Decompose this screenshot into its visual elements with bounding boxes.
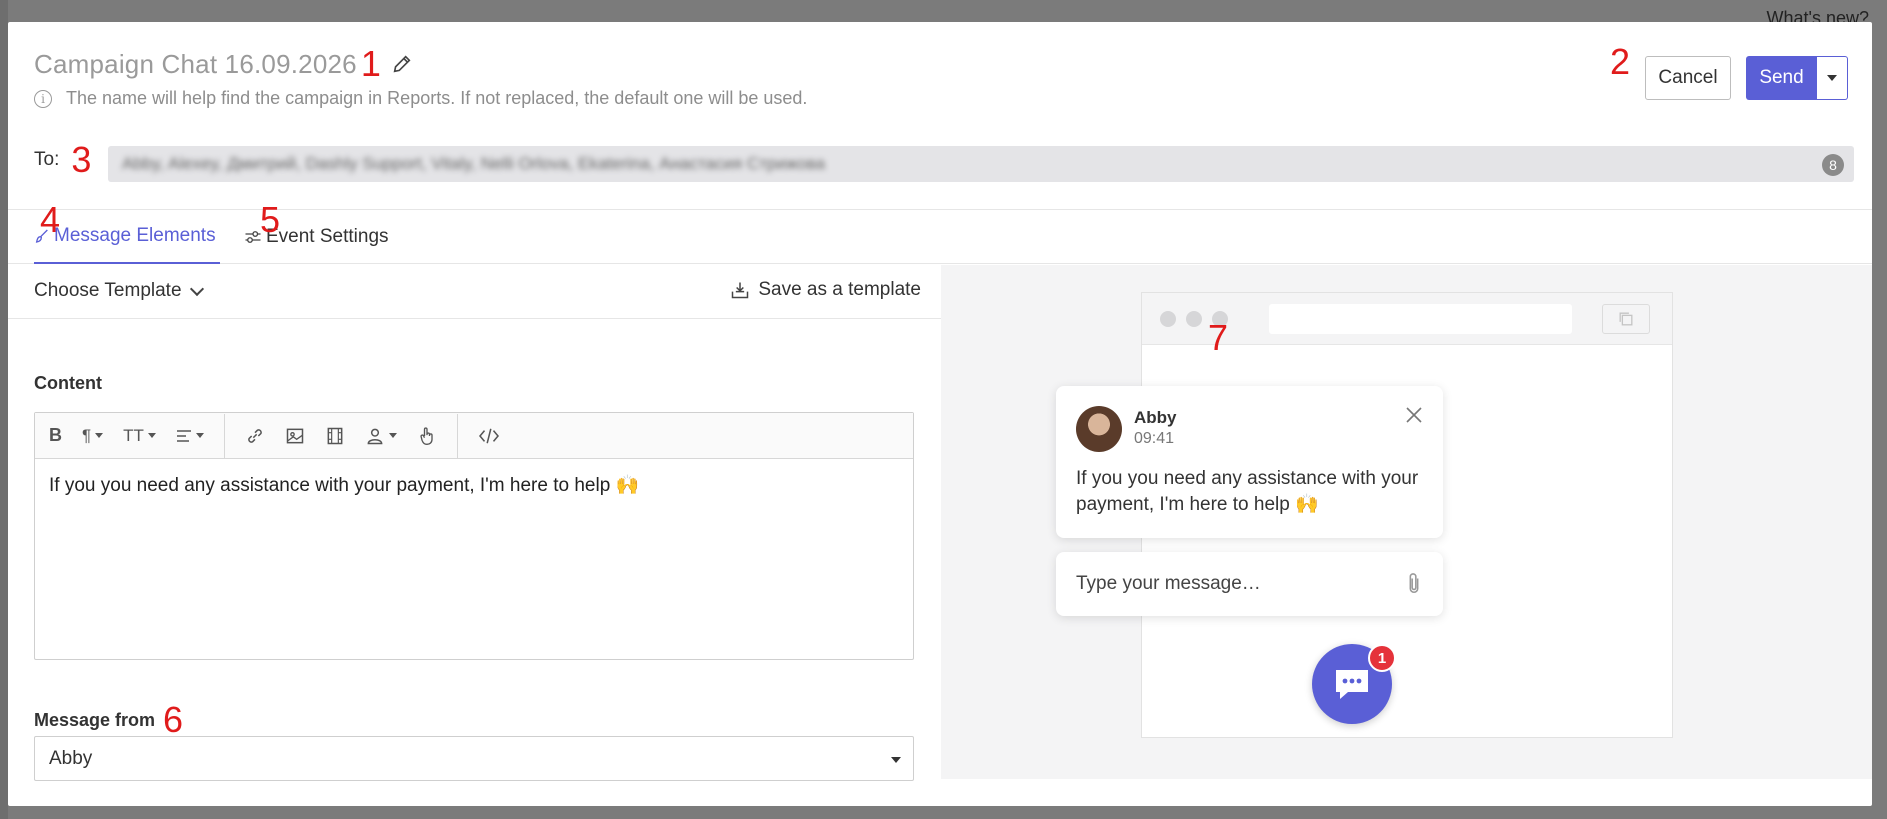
close-icon[interactable] <box>1405 406 1423 424</box>
campaign-modal: Campaign Chat 16.09.2026 1 i The name wi… <box>8 22 1872 806</box>
message-from-label: Message from <box>34 709 156 730</box>
tab-bar: Message Elements Event Settings <box>8 210 1872 264</box>
agent-name: Abby <box>1134 408 1177 427</box>
window-dot <box>1160 311 1176 327</box>
video-icon[interactable] <box>325 422 345 450</box>
annotation-4: 4 <box>40 199 61 240</box>
modal-header: Campaign Chat 16.09.2026 1 i The name wi… <box>8 22 1872 210</box>
info-icon: i <box>34 89 52 108</box>
content-textarea[interactable]: If you you need any assistance with your… <box>35 459 913 511</box>
caret-down-icon <box>1827 75 1837 81</box>
backdrop <box>0 0 8 819</box>
message-from-value: Abby <box>49 747 93 769</box>
content-editor: B ¶ TT If you you need any assistance wi… <box>34 412 914 660</box>
message-elements-panel: Choose Template Save as a template Conte… <box>8 265 941 806</box>
bold-icon[interactable]: B <box>49 422 62 450</box>
send-button-group: Send <box>1746 56 1848 100</box>
choose-template-label: Choose Template <box>34 280 182 301</box>
personalization-icon[interactable] <box>365 422 397 450</box>
toolbar-divider <box>456 413 458 458</box>
copy-icon[interactable] <box>1602 304 1650 334</box>
tab-event-settings-label: Event Settings <box>266 226 389 247</box>
send-dropdown-toggle[interactable] <box>1817 56 1848 100</box>
template-row: Choose Template Save as a template <box>8 265 941 319</box>
save-as-template-button[interactable]: Save as a template <box>730 279 921 301</box>
chat-preview-card: Abby 09:41 If you you need any assistanc… <box>1056 386 1443 538</box>
chat-input-preview[interactable]: Type your message… <box>1056 552 1443 616</box>
title-row: Campaign Chat 16.09.2026 1 <box>34 46 413 82</box>
hint-text: The name will help find the campaign in … <box>66 88 808 108</box>
toolbar-divider <box>223 413 225 458</box>
agent-avatar <box>1076 406 1122 452</box>
cancel-button[interactable]: Cancel <box>1645 56 1731 100</box>
caret-down-icon <box>891 757 901 763</box>
address-bar <box>1269 304 1572 334</box>
content-label: Content <box>34 373 102 393</box>
unread-badge: 1 <box>1368 644 1396 672</box>
to-label: To: <box>34 149 60 170</box>
to-row: To: 3 <box>34 142 105 178</box>
paragraph-icon[interactable]: ¶ <box>82 422 104 450</box>
message-from-label-row: Message from 6 <box>34 702 183 738</box>
send-button[interactable]: Send <box>1746 56 1817 100</box>
annotation-2: 2 <box>1610 41 1631 82</box>
recipients-count-badge: 8 <box>1822 154 1844 176</box>
pencil-icon[interactable] <box>391 53 413 75</box>
save-template-icon <box>732 282 749 299</box>
paperclip-icon[interactable] <box>1403 572 1425 596</box>
code-icon[interactable] <box>478 422 500 450</box>
agent-time: 09:41 <box>1134 430 1175 447</box>
hand-pointer-icon[interactable] <box>417 422 437 450</box>
window-dot <box>1186 311 1202 327</box>
align-icon[interactable] <box>176 422 204 450</box>
annotation-5: 5 <box>260 199 281 240</box>
chat-bubble-icon <box>1336 670 1368 699</box>
editor-toolbar: B ¶ TT <box>35 413 913 459</box>
annotation-6: 6 <box>163 699 184 740</box>
recipients-list: Abby, Alexey, Дмитрий, Dashly Support, V… <box>122 154 826 173</box>
link-icon[interactable] <box>245 422 265 450</box>
chat-input-placeholder: Type your message… <box>1076 573 1261 594</box>
annotation-1: 1 <box>360 43 381 84</box>
chat-preview-message: If you you need any assistance with your… <box>1076 468 1419 515</box>
tab-message-elements[interactable]: Message Elements <box>34 210 220 264</box>
tab-message-elements-label: Message Elements <box>54 225 216 246</box>
save-as-template-label: Save as a template <box>758 279 921 300</box>
title-hint: i The name will help find the campaign i… <box>34 88 807 109</box>
annotation-7: 7 <box>1208 317 1229 358</box>
image-icon[interactable] <box>285 422 305 450</box>
choose-template-dropdown[interactable]: Choose Template <box>34 280 204 302</box>
chevron-down-icon <box>189 281 204 296</box>
message-from-select[interactable]: Abby <box>34 736 914 781</box>
annotation-3: 3 <box>71 139 92 180</box>
campaign-title[interactable]: Campaign Chat 16.09.2026 <box>34 49 357 80</box>
recipients-field[interactable]: Abby, Alexey, Дмитрий, Dashly Support, V… <box>108 146 1854 182</box>
text-size-icon[interactable]: TT <box>123 422 156 450</box>
